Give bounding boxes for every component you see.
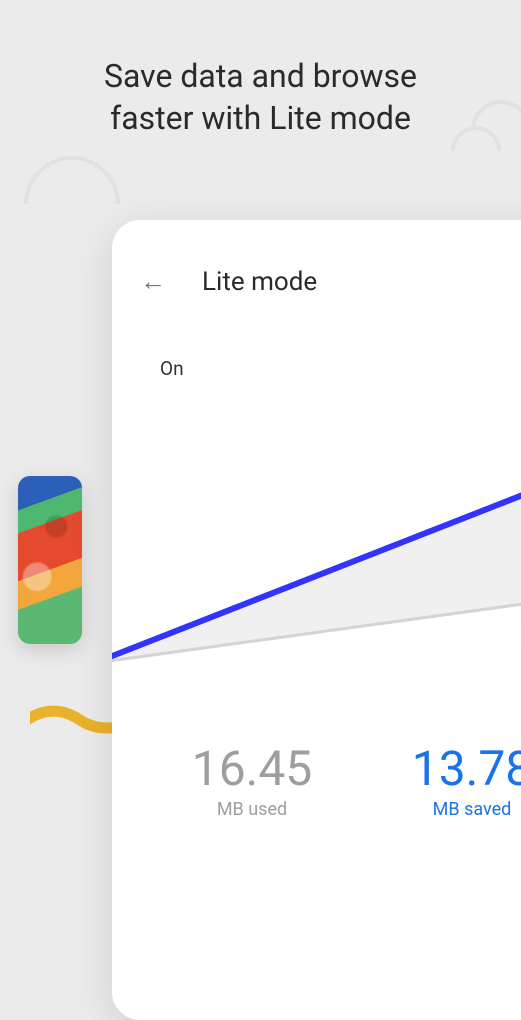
stat-saved-label: MB saved [412,799,521,820]
toggle-label: On [160,357,184,380]
lite-mode-card: ← Lite mode On 16.45 MB used [112,220,521,1020]
card-header: ← Lite mode [112,220,521,325]
stat-used: 16.45 MB used [192,740,313,820]
headline: Save data and browse faster with Lite mo… [0,0,521,139]
stat-used-value: 16.45 [192,740,313,797]
artwork-thumbnail [18,476,82,644]
cloud-decoration-left [24,156,120,204]
stat-saved: 13.78 MB saved [412,740,521,820]
stat-saved-value: 13.78 [412,740,521,797]
card-title: Lite mode [202,267,317,297]
headline-line2: faster with Lite mode [0,98,521,140]
data-savings-chart [112,420,521,670]
toggle-row: On [112,325,521,411]
headline-line1: Save data and browse [0,56,521,98]
cloud-decoration-right [461,100,521,150]
stat-used-label: MB used [192,799,313,820]
stats-row: 16.45 MB used 13.78 MB saved [112,740,521,820]
back-arrow-icon[interactable]: ← [140,266,166,297]
